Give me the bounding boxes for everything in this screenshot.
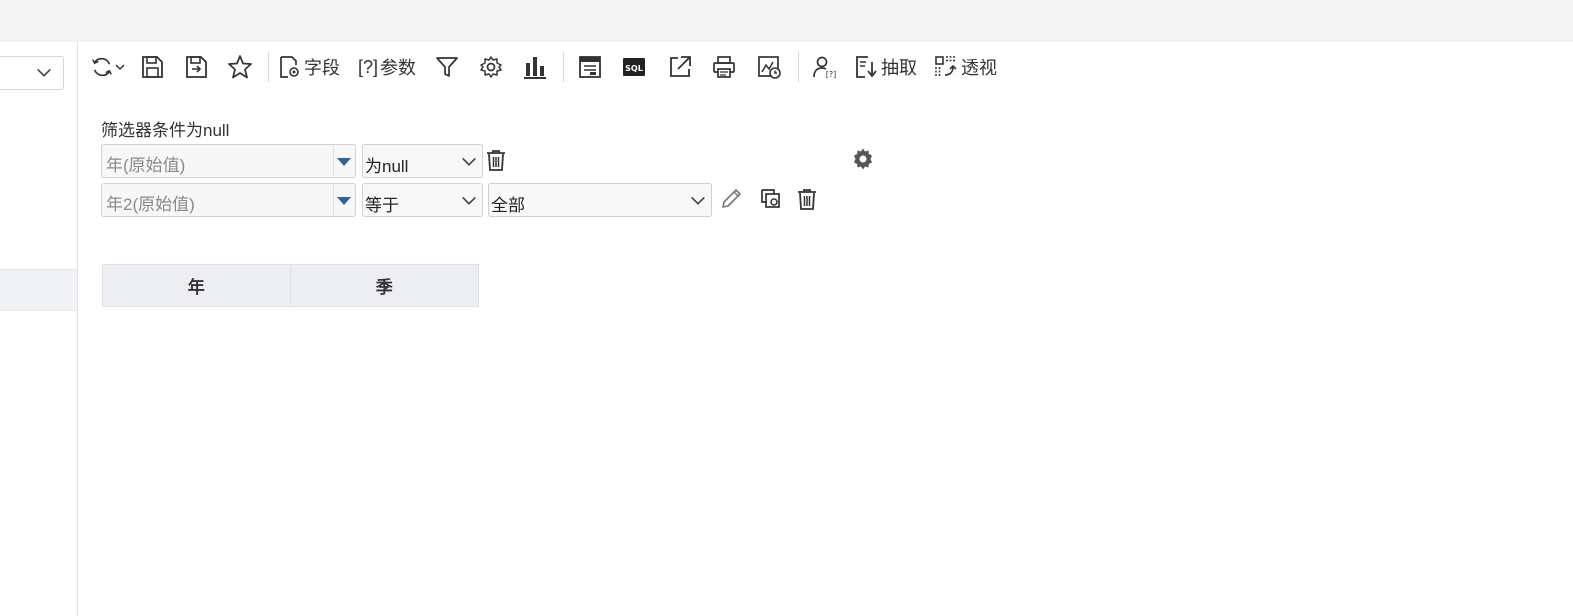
printer-icon	[713, 56, 735, 78]
field-settings-icon	[280, 56, 299, 78]
caret-down-icon	[337, 197, 351, 205]
pivot-icon	[935, 56, 957, 77]
parameter-label: 参数	[380, 58, 416, 78]
column-header-quarter[interactable]: 季	[291, 265, 479, 306]
export-button[interactable]	[658, 48, 702, 86]
toolbar: 字段 [?] 参数 SQL [?] 抽取 透视	[86, 48, 1001, 86]
form-button[interactable]	[570, 48, 610, 86]
chevron-down-icon	[691, 196, 705, 205]
chevron-down-icon	[37, 68, 51, 77]
form-icon	[579, 56, 601, 78]
filter-operator-value: 等于	[365, 196, 399, 215]
field-button[interactable]: 字段	[275, 48, 341, 86]
delete-filter-button[interactable]	[482, 146, 510, 174]
chevron-down-icon	[462, 196, 476, 205]
edit-filter-button[interactable]	[717, 185, 745, 213]
chevron-down-icon	[115, 64, 125, 71]
pivot-label: 透视	[961, 58, 997, 78]
favorite-button[interactable]	[218, 48, 262, 86]
parameter-bracket-icon: [?]	[357, 56, 378, 77]
sql-button[interactable]: SQL	[610, 48, 658, 86]
gear-icon	[480, 56, 502, 78]
sql-icon: SQL	[623, 58, 645, 76]
settings-copy-icon	[761, 189, 780, 208]
external-link-icon	[670, 56, 691, 77]
parameter-button[interactable]: [?] 参数	[349, 48, 425, 86]
left-panel	[0, 42, 78, 616]
column-header-year[interactable]: 年	[103, 265, 291, 306]
save-button[interactable]	[130, 48, 174, 86]
filter-settings-button[interactable]	[849, 145, 877, 173]
delete-filter-button[interactable]	[793, 185, 821, 213]
filter-field-select[interactable]: 年2(原始值)	[101, 183, 356, 217]
chevron-down-icon	[462, 157, 476, 166]
filter-field-value: 年2(原始值)	[106, 195, 195, 214]
gear-icon	[854, 148, 872, 170]
top-bar	[0, 0, 1573, 42]
extract-label: 抽取	[881, 58, 917, 78]
schedule-chart-button[interactable]	[746, 48, 792, 86]
left-list-item-selected[interactable]	[0, 269, 77, 311]
filter-operator-select[interactable]: 为null	[362, 144, 483, 178]
toolbar-separator	[563, 52, 564, 82]
caret-down-icon	[337, 158, 351, 166]
save-as-button[interactable]	[174, 48, 218, 86]
data-grid-header: 年 季	[102, 264, 479, 307]
filter-operator-value: 为null	[365, 157, 409, 176]
filter-value-select[interactable]: 全部	[488, 183, 712, 217]
filter-button[interactable]	[425, 48, 469, 86]
pivot-button[interactable]: 透视	[929, 48, 1001, 86]
svg-text:SQL: SQL	[625, 64, 643, 73]
trash-icon	[798, 189, 816, 210]
user-question-icon: [?]	[813, 56, 837, 79]
print-button[interactable]	[702, 48, 746, 86]
filter-operator-select[interactable]: 等于	[362, 183, 483, 217]
chart-button[interactable]	[513, 48, 557, 86]
divider	[333, 146, 334, 176]
user-param-button[interactable]: [?]	[805, 48, 845, 86]
save-icon	[142, 56, 163, 78]
chart-clock-icon	[758, 56, 781, 79]
left-dropdown[interactable]	[0, 56, 64, 90]
funnel-icon	[436, 57, 458, 77]
filter-field-value: 年(原始值)	[106, 156, 186, 175]
trash-icon	[487, 150, 505, 171]
refresh-button[interactable]	[86, 48, 130, 86]
save-as-icon	[186, 56, 207, 78]
pencil-icon	[722, 189, 741, 208]
toolbar-separator	[268, 52, 269, 82]
filter-options-button[interactable]	[757, 185, 785, 213]
divider	[333, 185, 334, 215]
field-label: 字段	[304, 58, 340, 78]
bar-chart-icon	[524, 57, 546, 79]
filter-value: 全部	[491, 196, 525, 215]
star-icon	[228, 55, 252, 79]
svg-text:[?]: [?]	[826, 70, 837, 79]
filter-field-select[interactable]: 年(原始值)	[101, 144, 356, 178]
toolbar-separator	[798, 52, 799, 82]
filter-title: 筛选器条件为null	[101, 121, 230, 140]
extract-button[interactable]: 抽取	[849, 48, 921, 86]
refresh-icon	[92, 57, 112, 77]
extract-icon	[856, 56, 877, 78]
settings-button[interactable]	[469, 48, 513, 86]
